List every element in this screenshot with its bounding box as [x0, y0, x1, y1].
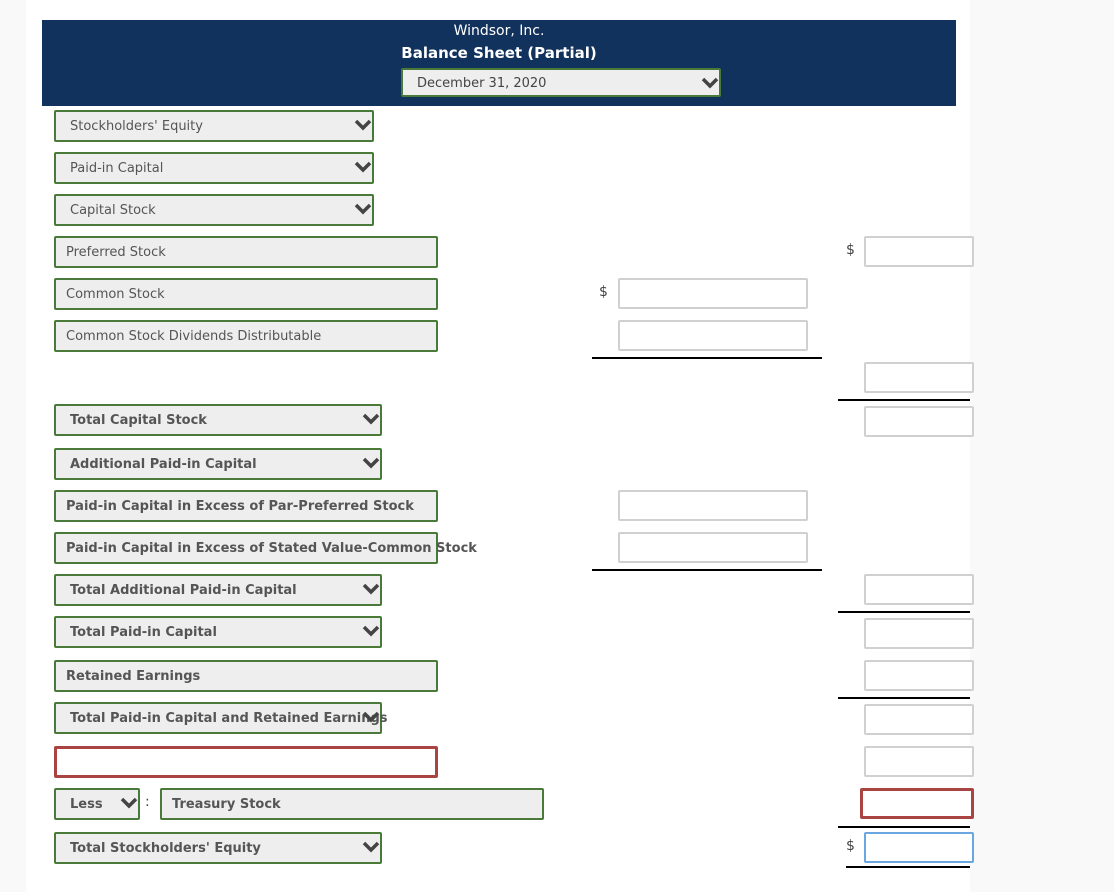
- blank-account-field-error[interactable]: [54, 746, 438, 778]
- dropdown-label: Paid-in Capital: [70, 161, 164, 176]
- field-value: Retained Earnings: [66, 669, 201, 684]
- total-additional-paid-in-dropdown[interactable]: Total Additional Paid-in Capital: [54, 574, 382, 606]
- field-value: Paid-in Capital in Excess of Par-Preferr…: [66, 499, 414, 514]
- stockholders-equity-dropdown[interactable]: Stockholders' Equity: [54, 110, 374, 142]
- preferred-stock-field[interactable]: Preferred Stock: [54, 236, 438, 268]
- chevron-down-icon: [354, 119, 372, 131]
- total-paid-in-and-retained-input[interactable]: [864, 704, 974, 735]
- total-paid-in-capital-input[interactable]: [864, 618, 974, 649]
- chevron-down-icon: [362, 583, 380, 595]
- right-gutter: [970, 0, 1114, 892]
- blank-row-amount-input[interactable]: [864, 746, 974, 777]
- common-stock-field[interactable]: Common Stock: [54, 278, 438, 310]
- field-value: Common Stock: [66, 287, 165, 302]
- chevron-down-icon: [362, 625, 380, 637]
- total-capital-stock-input[interactable]: [864, 406, 974, 437]
- field-value: Paid-in Capital in Excess of Stated Valu…: [66, 541, 477, 556]
- treasury-stock-field[interactable]: Treasury Stock: [160, 788, 544, 820]
- dropdown-label: Total Capital Stock: [70, 413, 207, 428]
- dollar-sign: $: [599, 284, 608, 300]
- subtotal-rule: [592, 357, 822, 359]
- chevron-down-icon: [701, 77, 719, 89]
- dropdown-label: Capital Stock: [70, 203, 156, 218]
- statement-title: Balance Sheet (Partial): [401, 44, 597, 62]
- subtotal-rule: [838, 697, 970, 699]
- chevron-down-icon: [362, 413, 380, 425]
- dropdown-label: Additional Paid-in Capital: [70, 457, 257, 472]
- capital-stock-dropdown[interactable]: Capital Stock: [54, 194, 374, 226]
- chevron-down-icon: [362, 457, 380, 469]
- chevron-down-icon: [354, 203, 372, 215]
- capital-stock-subtotal-input[interactable]: [864, 362, 974, 393]
- total-additional-paid-in-input[interactable]: [864, 574, 974, 605]
- less-dropdown[interactable]: Less: [54, 788, 140, 820]
- common-dividends-amount-input[interactable]: [618, 320, 808, 351]
- preferred-stock-total-input[interactable]: [864, 236, 974, 267]
- common-stock-dividends-field[interactable]: Common Stock Dividends Distributable: [54, 320, 438, 352]
- subtotal-rule: [838, 826, 970, 828]
- field-value: Preferred Stock: [66, 245, 166, 260]
- dropdown-label: Total Paid-in Capital and Retained Earni…: [70, 711, 388, 726]
- chevron-down-icon: [362, 841, 380, 853]
- date-dropdown-value: December 31, 2020: [417, 76, 547, 91]
- field-value: Treasury Stock: [172, 797, 281, 812]
- dropdown-label: Total Paid-in Capital: [70, 625, 217, 640]
- excess-stated-common-field[interactable]: Paid-in Capital in Excess of Stated Valu…: [54, 532, 477, 564]
- common-stock-amount-input[interactable]: [618, 278, 808, 309]
- date-dropdown[interactable]: December 31, 2020: [401, 68, 721, 97]
- treasury-stock-amount-input-error[interactable]: [860, 788, 974, 819]
- excess-par-preferred-field[interactable]: Paid-in Capital in Excess of Par-Preferr…: [54, 490, 438, 522]
- total-paid-in-and-retained-dropdown[interactable]: Total Paid-in Capital and Retained Earni…: [54, 702, 388, 734]
- total-stockholders-equity-input[interactable]: [864, 832, 974, 863]
- subtotal-rule: [592, 569, 822, 571]
- subtotal-rule: [838, 399, 970, 401]
- dollar-sign: $: [846, 838, 855, 854]
- colon-separator: :: [145, 794, 150, 810]
- field-value: Common Stock Dividends Distributable: [66, 329, 322, 344]
- double-underline-rule: [846, 866, 970, 868]
- left-gutter: [0, 0, 26, 892]
- dropdown-label: Total Additional Paid-in Capital: [70, 583, 297, 598]
- total-stockholders-equity-dropdown[interactable]: Total Stockholders' Equity: [54, 832, 382, 864]
- dropdown-label: Total Stockholders' Equity: [70, 841, 261, 856]
- subtotal-rule: [838, 611, 970, 613]
- dropdown-label: Less: [70, 797, 103, 812]
- additional-paid-in-capital-dropdown[interactable]: Additional Paid-in Capital: [54, 448, 382, 480]
- chevron-down-icon: [354, 161, 372, 173]
- total-capital-stock-dropdown[interactable]: Total Capital Stock: [54, 404, 382, 436]
- balance-sheet-header: Windsor, Inc. Balance Sheet (Partial) De…: [42, 20, 956, 106]
- retained-earnings-input[interactable]: [864, 660, 974, 691]
- excess-common-amount-input[interactable]: [618, 532, 808, 563]
- chevron-down-icon: [362, 711, 380, 723]
- chevron-down-icon: [120, 797, 138, 809]
- dollar-sign: $: [846, 242, 855, 258]
- excess-preferred-amount-input[interactable]: [618, 490, 808, 521]
- company-name: Windsor, Inc.: [453, 23, 545, 39]
- total-paid-in-capital-dropdown[interactable]: Total Paid-in Capital: [54, 616, 382, 648]
- retained-earnings-field[interactable]: Retained Earnings: [54, 660, 438, 692]
- paid-in-capital-dropdown[interactable]: Paid-in Capital: [54, 152, 374, 184]
- dropdown-label: Stockholders' Equity: [70, 119, 203, 134]
